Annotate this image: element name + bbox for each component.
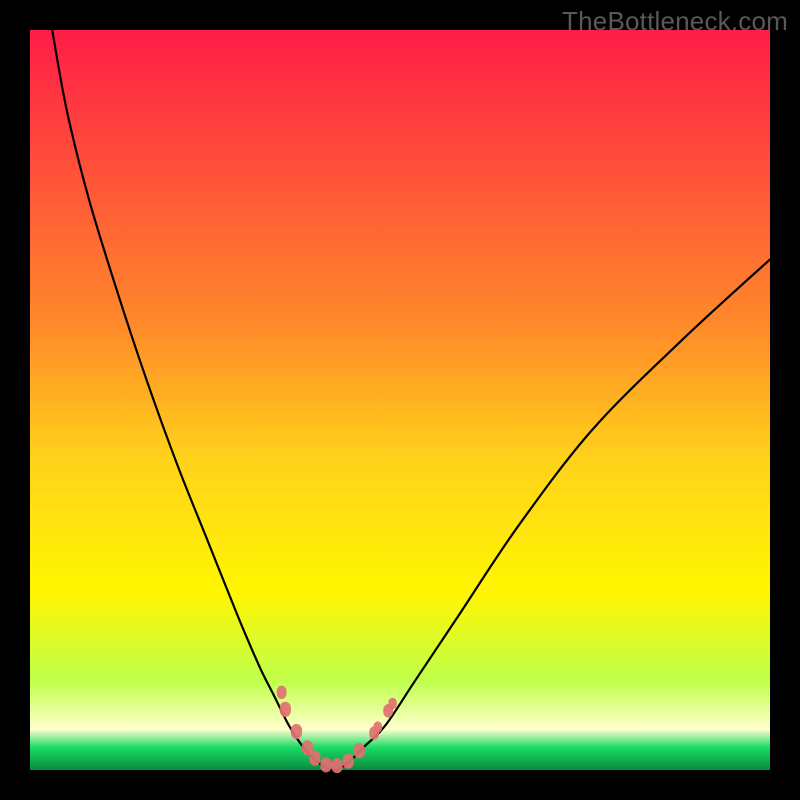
plot-area	[30, 30, 770, 773]
curve-marker	[280, 702, 291, 717]
plot-background	[30, 30, 770, 770]
curve-marker	[331, 758, 342, 773]
curve-marker	[388, 698, 396, 709]
curve-marker	[277, 686, 287, 699]
watermark-text: TheBottleneck.com	[562, 6, 788, 37]
chart-root: TheBottleneck.com	[0, 0, 800, 800]
bottleneck-plot	[0, 0, 800, 800]
curve-marker	[374, 721, 382, 732]
curve-marker	[309, 751, 320, 766]
curve-marker	[343, 754, 354, 769]
curve-marker	[320, 757, 331, 772]
curve-marker	[291, 724, 302, 739]
curve-marker	[354, 743, 365, 758]
